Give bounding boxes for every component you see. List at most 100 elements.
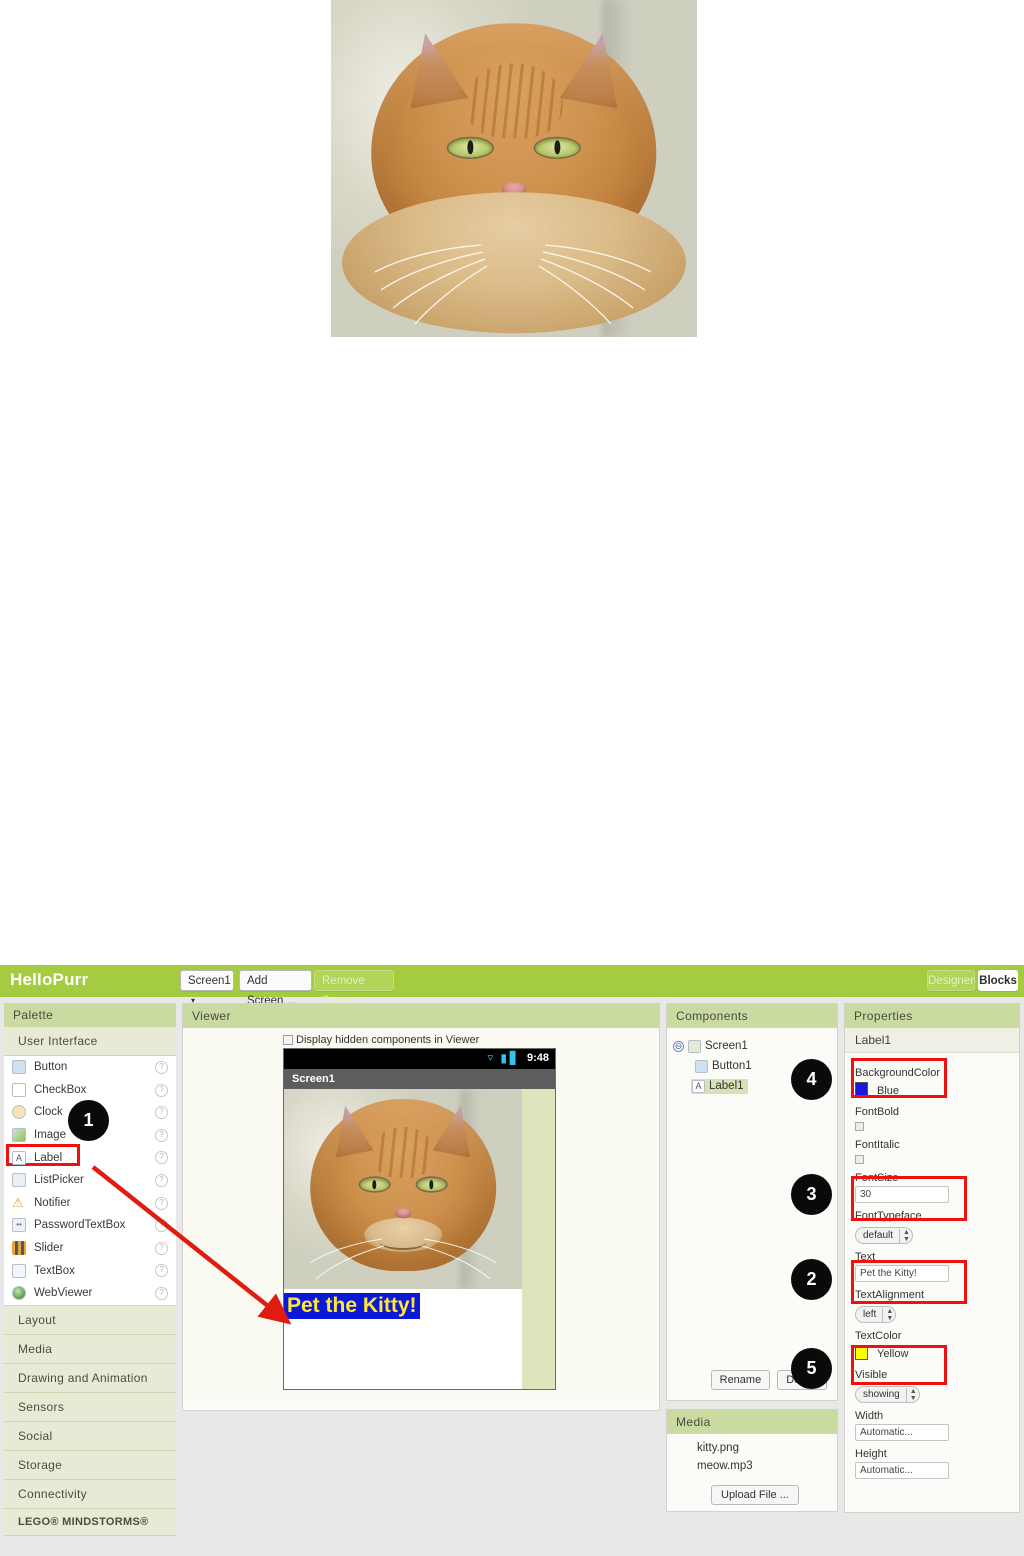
palette-item-notifier[interactable]: ⚠ Notifier ? <box>4 1192 176 1215</box>
palette-category-lego-mindstorms[interactable]: LEGO® MINDSTORMS® <box>4 1508 176 1536</box>
palette-item-listpicker[interactable]: ListPicker ? <box>4 1169 176 1192</box>
palette-category-user-interface[interactable]: User Interface <box>4 1027 176 1056</box>
tree-item-screen1[interactable]: ⊖ Screen1 <box>673 1036 831 1056</box>
help-icon[interactable]: ? <box>155 1061 168 1074</box>
help-icon[interactable]: ? <box>155 1219 168 1233</box>
fontitalic-checkbox[interactable] <box>855 1155 864 1164</box>
designer-tab-button[interactable]: Designer <box>927 970 975 991</box>
palette-item-textbox[interactable]: TextBox ? <box>4 1259 176 1282</box>
spinner-icon: ▲ ▼ <box>905 1387 917 1402</box>
visible-select[interactable]: showing ▲ ▼ <box>855 1386 920 1403</box>
palette-item-label: Button <box>34 1061 68 1074</box>
button-icon <box>12 1060 26 1075</box>
property-value-fontbold[interactable] <box>855 1120 1009 1132</box>
phone-preview: ▿ ▮ ▋ 9:48 Screen1 Pet the Kitty! <box>283 1048 556 1390</box>
screen-icon <box>688 1039 701 1053</box>
property-value-fonttypeface[interactable]: default ▲ ▼ <box>855 1224 1009 1244</box>
palette-item-webviewer[interactable]: WebViewer ? <box>4 1282 176 1305</box>
annotation-badge-5: 5 <box>791 1348 832 1389</box>
fonttypeface-select[interactable]: default ▲ ▼ <box>855 1227 913 1244</box>
color-swatch-yellow[interactable] <box>855 1345 868 1360</box>
properties-panel: Properties Label1 BackgroundColor Blue F… <box>844 1003 1020 1513</box>
media-file-item[interactable]: meow.mp3 <box>697 1460 837 1472</box>
image-icon <box>12 1128 26 1143</box>
palette-item-label: PasswordTextBox <box>34 1219 126 1232</box>
add-screen-button[interactable]: Add Screen ... <box>239 970 312 1007</box>
property-value-fontitalic[interactable] <box>855 1153 1009 1165</box>
fontsize-input[interactable]: 30 <box>855 1186 949 1203</box>
palette-header: Palette <box>4 1003 176 1027</box>
signal-icon: ▮ <box>500 1051 507 1065</box>
palette-item-label: Notifier <box>34 1196 71 1209</box>
label-icon: A <box>692 1079 705 1093</box>
display-hidden-components-row[interactable]: Display hidden components in Viewer <box>283 1034 479 1046</box>
clock-icon <box>12 1105 26 1120</box>
visible-value: showing <box>863 1389 900 1400</box>
palette-item-slider[interactable]: Slider ? <box>4 1237 176 1260</box>
textalignment-select[interactable]: left ▲ ▼ <box>855 1306 897 1323</box>
slider-icon <box>12 1241 26 1256</box>
property-value-visible[interactable]: showing ▲ ▼ <box>855 1383 1009 1403</box>
tree-item-label: Screen1 <box>705 1040 748 1052</box>
button-icon <box>695 1059 708 1073</box>
fontbold-checkbox[interactable] <box>855 1122 864 1131</box>
palette-category-layout[interactable]: Layout <box>4 1305 176 1335</box>
palette-item-button[interactable]: Button ? <box>4 1056 176 1079</box>
remove-screen-button[interactable]: Remove Screen <box>314 970 394 1007</box>
label1-component[interactable]: Pet the Kitty! <box>284 1293 420 1319</box>
rename-button[interactable]: Rename <box>710 1370 771 1390</box>
phone-status-bar: ▿ ▮ ▋ 9:48 <box>284 1049 555 1069</box>
text-input[interactable]: Pet the Kitty! <box>855 1265 949 1282</box>
phone-status-time: 9:48 <box>526 1052 549 1064</box>
property-value-textalignment[interactable]: left ▲ ▼ <box>855 1303 1009 1323</box>
palette-category-storage[interactable]: Storage <box>4 1450 176 1480</box>
image1-component[interactable] <box>284 1089 522 1289</box>
screen-select-button[interactable]: Screen1▾ <box>180 970 234 1005</box>
top-toolbar: HelloPurr Screen1▾ Add Screen ... Remove… <box>0 965 1024 1007</box>
help-icon[interactable]: ? <box>155 1083 168 1097</box>
help-icon[interactable]: ? <box>155 1241 168 1255</box>
tree-item-label: Label1 <box>709 1080 744 1092</box>
palette-category-social[interactable]: Social <box>4 1421 176 1451</box>
palette-item-checkbox[interactable]: CheckBox ? <box>4 1079 176 1102</box>
help-icon[interactable]: ? <box>155 1151 168 1165</box>
property-value-textcolor[interactable]: Yellow <box>855 1344 1009 1362</box>
listpicker-icon <box>12 1173 26 1188</box>
palette-item-label: ListPicker <box>34 1174 84 1187</box>
components-header: Components <box>667 1004 837 1028</box>
screen-empty-area <box>522 1089 555 1389</box>
help-icon[interactable]: ? <box>155 1196 168 1210</box>
help-icon[interactable]: ? <box>155 1128 168 1142</box>
textalignment-value: left <box>863 1309 877 1320</box>
textbox-icon <box>12 1263 26 1278</box>
collapse-icon[interactable]: ⊖ <box>673 1040 684 1052</box>
webviewer-icon <box>12 1286 26 1301</box>
palette-user-interface-items: Button ? CheckBox ? Clock ? Image ? A La… <box>4 1056 176 1306</box>
properties-list: BackgroundColor Blue FontBold FontItalic… <box>845 1053 1019 1489</box>
palette-category-sensors[interactable]: Sensors <box>4 1392 176 1422</box>
property-key-backgroundcolor: BackgroundColor <box>855 1067 940 1079</box>
tree-item-label: Button1 <box>712 1060 752 1072</box>
palette-item-label[interactable]: A Label ? <box>4 1144 176 1169</box>
palette-category-media[interactable]: Media <box>4 1334 176 1364</box>
upload-file-button[interactable]: Upload File ... <box>711 1485 799 1505</box>
palette-category-drawing-and-animation[interactable]: Drawing and Animation <box>4 1363 176 1393</box>
height-input[interactable]: Automatic... <box>855 1462 949 1479</box>
help-icon[interactable]: ? <box>155 1286 168 1300</box>
blocks-tab-button[interactable]: Blocks <box>978 970 1018 991</box>
palette-item-passwordtextbox[interactable]: •• PasswordTextBox ? <box>4 1214 176 1237</box>
media-file-item[interactable]: kitty.png <box>697 1442 837 1454</box>
palette-category-connectivity[interactable]: Connectivity <box>4 1479 176 1509</box>
property-key-height: Height <box>855 1448 887 1460</box>
media-header: Media <box>667 1410 837 1434</box>
property-value-backgroundcolor[interactable]: Blue <box>855 1081 1009 1099</box>
help-icon[interactable]: ? <box>155 1106 168 1120</box>
cat-photo <box>331 0 697 337</box>
width-input[interactable]: Automatic... <box>855 1424 949 1441</box>
display-hidden-checkbox[interactable] <box>283 1035 293 1045</box>
help-icon[interactable]: ? <box>155 1173 168 1187</box>
help-icon[interactable]: ? <box>155 1264 168 1278</box>
palette-item-label: CheckBox <box>34 1083 87 1096</box>
media-panel: Media kitty.png meow.mp3 Upload File ... <box>666 1409 838 1512</box>
color-swatch-blue[interactable] <box>855 1082 868 1097</box>
